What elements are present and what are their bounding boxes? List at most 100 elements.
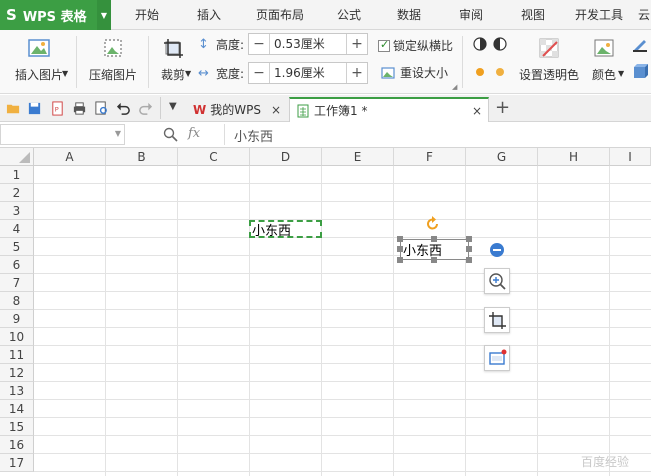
chevron-down-icon[interactable]: ▼ <box>115 129 121 138</box>
worksheet-grid[interactable]: ABCDEFGHI 1 2 3 4 5 6 7 8 9 10 11 12 13 14 15 16 17 小东西 … <box>0 148 651 476</box>
undo-icon[interactable] <box>116 101 131 116</box>
height-increase-button[interactable]: + <box>347 36 367 52</box>
menu-tab-page-layout[interactable]: 页面布局 <box>240 0 320 30</box>
color-button[interactable]: 颜色 <box>586 36 622 83</box>
row-header-8[interactable]: 8 <box>0 292 34 310</box>
name-box[interactable]: ▼ <box>0 124 125 145</box>
row-header-6[interactable]: 6 <box>0 256 34 274</box>
row-header-15[interactable]: 15 <box>0 418 34 436</box>
column-header-f[interactable]: F <box>394 148 466 166</box>
row-header-7[interactable]: 7 <box>0 274 34 292</box>
chevron-down-icon[interactable]: ▼ <box>97 0 111 30</box>
width-increase-button[interactable]: + <box>347 65 367 81</box>
menu-tab-formulas[interactable]: 公式 <box>320 0 378 30</box>
crop-picture-button[interactable] <box>484 307 510 333</box>
chevron-down-icon[interactable]: ▼ <box>618 69 624 78</box>
grid-row-line <box>34 219 651 220</box>
new-tab-button[interactable]: + <box>495 97 510 118</box>
height-decrease-button[interactable]: − <box>249 36 269 52</box>
app-menu-button[interactable]: S WPS 表格 ▼ <box>0 0 111 30</box>
set-transparent-button[interactable]: 设置透明色 <box>518 36 580 83</box>
menu-tab-review[interactable]: 审阅 <box>440 0 502 30</box>
open-folder-icon[interactable] <box>6 101 21 116</box>
menu-tab-insert[interactable]: 插入 <box>178 0 240 30</box>
width-spinner[interactable]: − 1.96厘米 + <box>248 62 369 84</box>
print-preview-icon[interactable] <box>94 101 109 116</box>
close-icon[interactable]: × <box>472 104 482 118</box>
checkbox-checked-icon[interactable] <box>378 38 390 52</box>
width-decrease-button[interactable]: − <box>249 65 269 81</box>
row-header-11[interactable]: 11 <box>0 346 34 364</box>
row-header-9[interactable]: 9 <box>0 310 34 328</box>
grid-row-line <box>34 309 651 310</box>
rotate-handle-icon[interactable] <box>425 216 441 232</box>
reset-size-button[interactable]: 重设大小 <box>380 64 448 81</box>
picture-effect-icon[interactable] <box>632 64 648 80</box>
resize-handle[interactable] <box>397 257 403 263</box>
row-header-17[interactable]: 17 <box>0 454 34 472</box>
zoom-picture-button[interactable] <box>484 268 510 294</box>
chevron-down-icon[interactable]: ▼ <box>185 69 191 78</box>
resize-handle[interactable] <box>466 246 472 252</box>
column-header-h[interactable]: H <box>538 148 610 166</box>
row-header-12[interactable]: 12 <box>0 364 34 382</box>
resize-handle[interactable] <box>431 236 437 242</box>
row-header-14[interactable]: 14 <box>0 400 34 418</box>
chevron-down-icon[interactable]: ▼ <box>62 69 68 78</box>
menu-tab-home[interactable]: 开始 <box>116 0 178 30</box>
column-header-c[interactable]: C <box>178 148 250 166</box>
height-spinner[interactable]: − 0.53厘米 + <box>248 33 369 55</box>
picture-to-cell-button[interactable] <box>484 345 510 371</box>
cell-d4[interactable]: 小东西 <box>252 220 291 239</box>
resize-handle[interactable] <box>397 236 403 242</box>
menu-tab-cloud[interactable]: 云 <box>634 0 651 30</box>
insert-function-button[interactable]: fx <box>188 126 200 141</box>
grid-row-line <box>34 291 651 292</box>
close-icon[interactable]: × <box>271 103 281 117</box>
dialog-launcher-icon[interactable]: ◢ <box>452 83 457 91</box>
spreadsheet-file-icon <box>297 104 309 117</box>
column-header-i[interactable]: I <box>610 148 651 166</box>
width-input[interactable]: 1.96厘米 <box>269 63 348 83</box>
column-header-b[interactable]: B <box>106 148 178 166</box>
column-header-a[interactable]: A <box>34 148 106 166</box>
insert-picture-button[interactable]: 插入图片 <box>8 36 70 83</box>
save-icon[interactable] <box>27 101 42 116</box>
row-header-1[interactable]: 1 <box>0 166 34 184</box>
chevron-down-icon[interactable]: ▼ <box>169 101 177 112</box>
select-all-corner[interactable] <box>0 148 34 166</box>
row-header-16[interactable]: 16 <box>0 436 34 454</box>
height-input[interactable]: 0.53厘米 <box>269 34 348 54</box>
formula-input[interactable]: 小东西 <box>234 126 273 145</box>
column-header-e[interactable]: E <box>322 148 394 166</box>
tab-my-wps[interactable]: W 我的WPS × <box>187 97 287 122</box>
compress-picture-button[interactable]: 压缩图片 <box>84 36 142 83</box>
transparent-color-icon <box>539 38 559 58</box>
resize-handle[interactable] <box>397 246 403 252</box>
export-pdf-icon[interactable]: P <box>50 101 65 116</box>
picture-border-icon[interactable] <box>632 36 648 52</box>
row-header-13[interactable]: 13 <box>0 382 34 400</box>
menu-tab-developer[interactable]: 开发工具 <box>564 0 634 30</box>
tab-workbook1[interactable]: 工作簿1 * × <box>289 97 489 122</box>
menu-tab-view[interactable]: 视图 <box>502 0 564 30</box>
row-header-2[interactable]: 2 <box>0 184 34 202</box>
resize-handle[interactable] <box>466 257 472 263</box>
contrast-icon[interactable] <box>472 36 510 52</box>
zoom-icon[interactable] <box>163 127 178 142</box>
lock-aspect-checkbox[interactable]: 锁定纵横比 <box>378 37 453 54</box>
brightness-icon[interactable] <box>472 64 510 80</box>
collapse-toolbar-icon[interactable] <box>490 243 504 257</box>
redo-icon[interactable] <box>138 101 153 116</box>
row-header-4[interactable]: 4 <box>0 220 34 238</box>
resize-handle[interactable] <box>466 236 472 242</box>
grid-row-line <box>34 273 651 274</box>
print-icon[interactable] <box>72 101 87 116</box>
resize-handle[interactable] <box>431 257 437 263</box>
menu-tab-data[interactable]: 数据 <box>378 0 440 30</box>
row-header-3[interactable]: 3 <box>0 202 34 220</box>
row-header-5[interactable]: 5 <box>0 238 34 256</box>
row-header-10[interactable]: 10 <box>0 328 34 346</box>
column-header-g[interactable]: G <box>466 148 538 166</box>
column-header-d[interactable]: D <box>250 148 322 166</box>
